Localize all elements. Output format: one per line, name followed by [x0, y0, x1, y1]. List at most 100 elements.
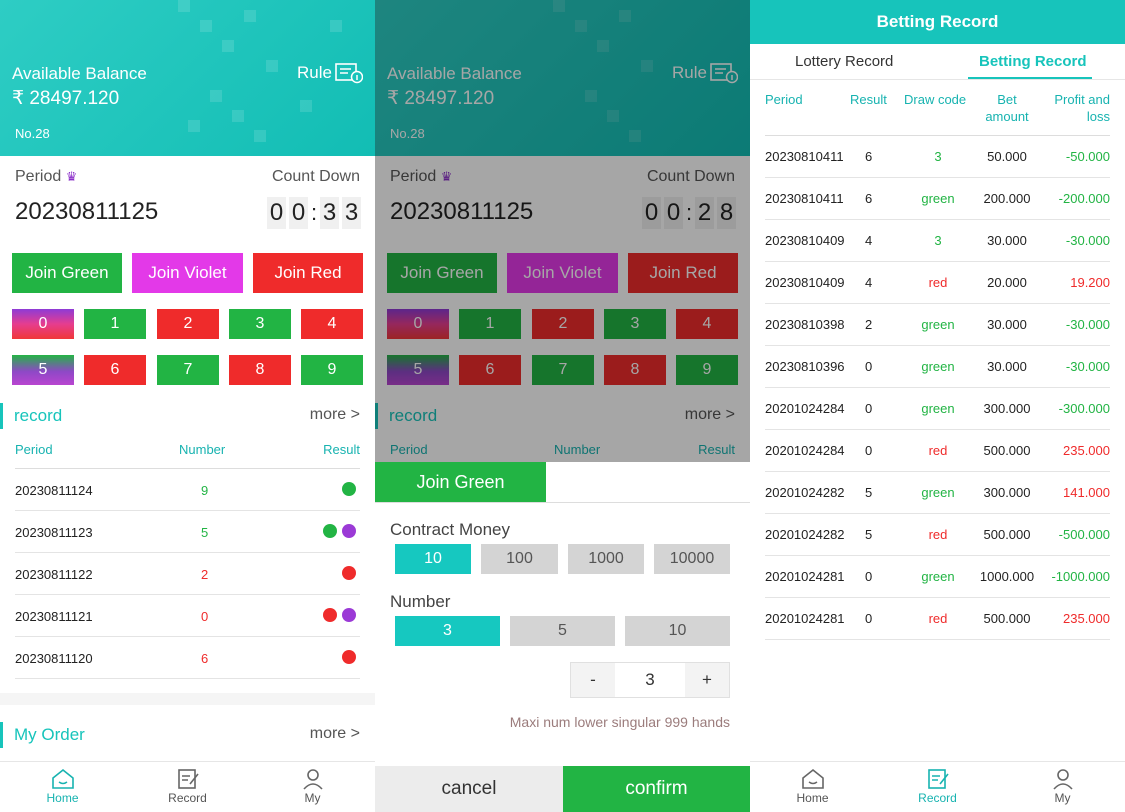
number-option-5[interactable]: 5 — [510, 616, 615, 646]
number-button-1[interactable]: 1 — [84, 309, 146, 339]
table-row: 20230810411 6 3 50.000 -50.000 — [765, 136, 1110, 178]
record-more-link[interactable]: more > — [685, 406, 735, 424]
contract-option-100[interactable]: 100 — [481, 544, 558, 574]
bet-draw-code: green — [921, 485, 955, 500]
record-title: record — [14, 406, 63, 425]
quantity-stepper: - 3 + — [570, 662, 730, 698]
record-number: 6 — [201, 651, 209, 666]
number-button-7[interactable]: 7 — [532, 355, 594, 385]
number-button-2[interactable]: 2 — [532, 309, 594, 339]
cancel-button[interactable]: cancel — [375, 766, 563, 812]
betting-table-header: Period Result Draw code Bet amount Profi… — [765, 90, 1110, 136]
bet-period: 20230810409 — [765, 233, 845, 248]
join-green-button[interactable]: Join Green — [387, 253, 497, 293]
number-option-3[interactable]: 3 — [395, 616, 500, 646]
table-row: 20201024282 5 green 300.000 141.000 — [765, 472, 1110, 514]
tab-betting-record[interactable]: Betting Record — [979, 53, 1087, 70]
table-row: 20201024281 0 red 500.000 235.000 — [765, 598, 1110, 640]
number-button-6[interactable]: 6 — [84, 355, 146, 385]
tab-my[interactable]: My — [1000, 762, 1125, 812]
stepper-value[interactable]: 3 — [615, 663, 685, 697]
period-label: Period ♛ — [15, 168, 78, 185]
stepper-plus-button[interactable]: + — [685, 663, 729, 697]
bet-result: 6 — [865, 191, 873, 206]
tab-my[interactable]: My — [250, 762, 375, 812]
bet-result: 5 — [865, 485, 873, 500]
join-violet-button[interactable]: Join Violet — [507, 253, 618, 293]
bet-period: 20230810411 — [765, 149, 844, 164]
user-icon — [1052, 769, 1073, 790]
number-button-2[interactable]: 2 — [157, 309, 219, 339]
bet-draw-code: red — [928, 527, 948, 542]
table-row: 20230811120 6 — [15, 637, 360, 679]
number-button-9[interactable]: 9 — [301, 355, 363, 385]
my-order-more-link[interactable]: more > — [310, 725, 360, 743]
tab-home[interactable]: Home — [750, 762, 875, 812]
number-button-3[interactable]: 3 — [229, 309, 291, 339]
number-button-3[interactable]: 3 — [604, 309, 666, 339]
bet-amount: 30.000 — [987, 317, 1027, 332]
contract-option-1000[interactable]: 1000 — [568, 544, 644, 574]
bet-profit: -30.000 — [1065, 233, 1110, 248]
record-number: 0 — [201, 609, 209, 624]
table-row: 20230811121 0 — [15, 595, 360, 637]
record-tabs: Lottery Record Betting Record — [750, 44, 1125, 80]
number-button-6[interactable]: 6 — [459, 355, 521, 385]
number-button-4[interactable]: 4 — [676, 309, 738, 339]
result-dot — [342, 524, 356, 538]
bet-profit: -50.000 — [1065, 149, 1110, 164]
balance-value: ₹ 28497.120 — [387, 88, 495, 109]
join-red-button[interactable]: Join Red — [628, 253, 738, 293]
number-button-0[interactable]: 0 — [387, 309, 449, 339]
tab-lottery-record[interactable]: Lottery Record — [795, 53, 893, 70]
number-button-7[interactable]: 7 — [157, 355, 219, 385]
number-button-4[interactable]: 4 — [301, 309, 363, 339]
bet-period: 20201024282 — [765, 527, 845, 542]
record-more-link[interactable]: more > — [310, 406, 360, 424]
rule-button[interactable]: Rule — [672, 62, 738, 84]
bet-amount: 20.000 — [987, 275, 1027, 290]
result-dots — [337, 566, 356, 583]
number-label: Number — [390, 592, 451, 611]
bet-profit: 141.000 — [1063, 485, 1110, 500]
record-number: 5 — [201, 525, 209, 540]
confirm-button[interactable]: confirm — [563, 766, 750, 812]
table-row: 20201024282 5 red 500.000 -500.000 — [765, 514, 1110, 556]
number-button-8[interactable]: 8 — [604, 355, 666, 385]
number-button-5[interactable]: 5 — [387, 355, 449, 385]
user-icon — [302, 769, 323, 790]
bet-result: 2 — [865, 317, 873, 332]
bet-draw-code: green — [921, 569, 955, 584]
tab-home[interactable]: Home — [0, 762, 125, 812]
number-button-5[interactable]: 5 — [12, 355, 74, 385]
rule-button[interactable]: Rule — [297, 62, 363, 84]
number-button-8[interactable]: 8 — [229, 355, 291, 385]
bet-profit: -200.000 — [1058, 191, 1110, 206]
bet-period: 20201024281 — [765, 611, 845, 626]
number-option-10[interactable]: 10 — [625, 616, 730, 646]
number-button-0[interactable]: 0 — [12, 309, 74, 339]
contract-option-10[interactable]: 10 — [395, 544, 471, 574]
table-row: 20230810398 2 green 30.000 -30.000 — [765, 304, 1110, 346]
bet-period: 20230810396 — [765, 359, 845, 374]
contract-money-label: Contract Money — [390, 520, 510, 539]
number-button-9[interactable]: 9 — [676, 355, 738, 385]
join-green-button[interactable]: Join Green — [12, 253, 122, 293]
stepper-minus-button[interactable]: - — [571, 663, 615, 697]
bet-profit: 235.000 — [1063, 611, 1110, 626]
contract-option-10000[interactable]: 10000 — [654, 544, 730, 574]
join-violet-button[interactable]: Join Violet — [132, 253, 243, 293]
bet-period: 20201024284 — [765, 443, 845, 458]
join-red-button[interactable]: Join Red — [253, 253, 363, 293]
number-button-1[interactable]: 1 — [459, 309, 521, 339]
bet-period: 20230810411 — [765, 191, 844, 206]
bet-draw-code: green — [921, 401, 955, 416]
bet-period: 20201024282 — [765, 485, 845, 500]
tab-record[interactable]: Record — [125, 762, 250, 812]
bet-result: 6 — [865, 149, 873, 164]
tab-record[interactable]: Record — [875, 762, 1000, 812]
bet-amount: 30.000 — [987, 359, 1027, 374]
bet-period: 20201024281 — [765, 569, 845, 584]
result-dots — [337, 650, 356, 667]
bet-profit: -300.000 — [1058, 401, 1110, 416]
